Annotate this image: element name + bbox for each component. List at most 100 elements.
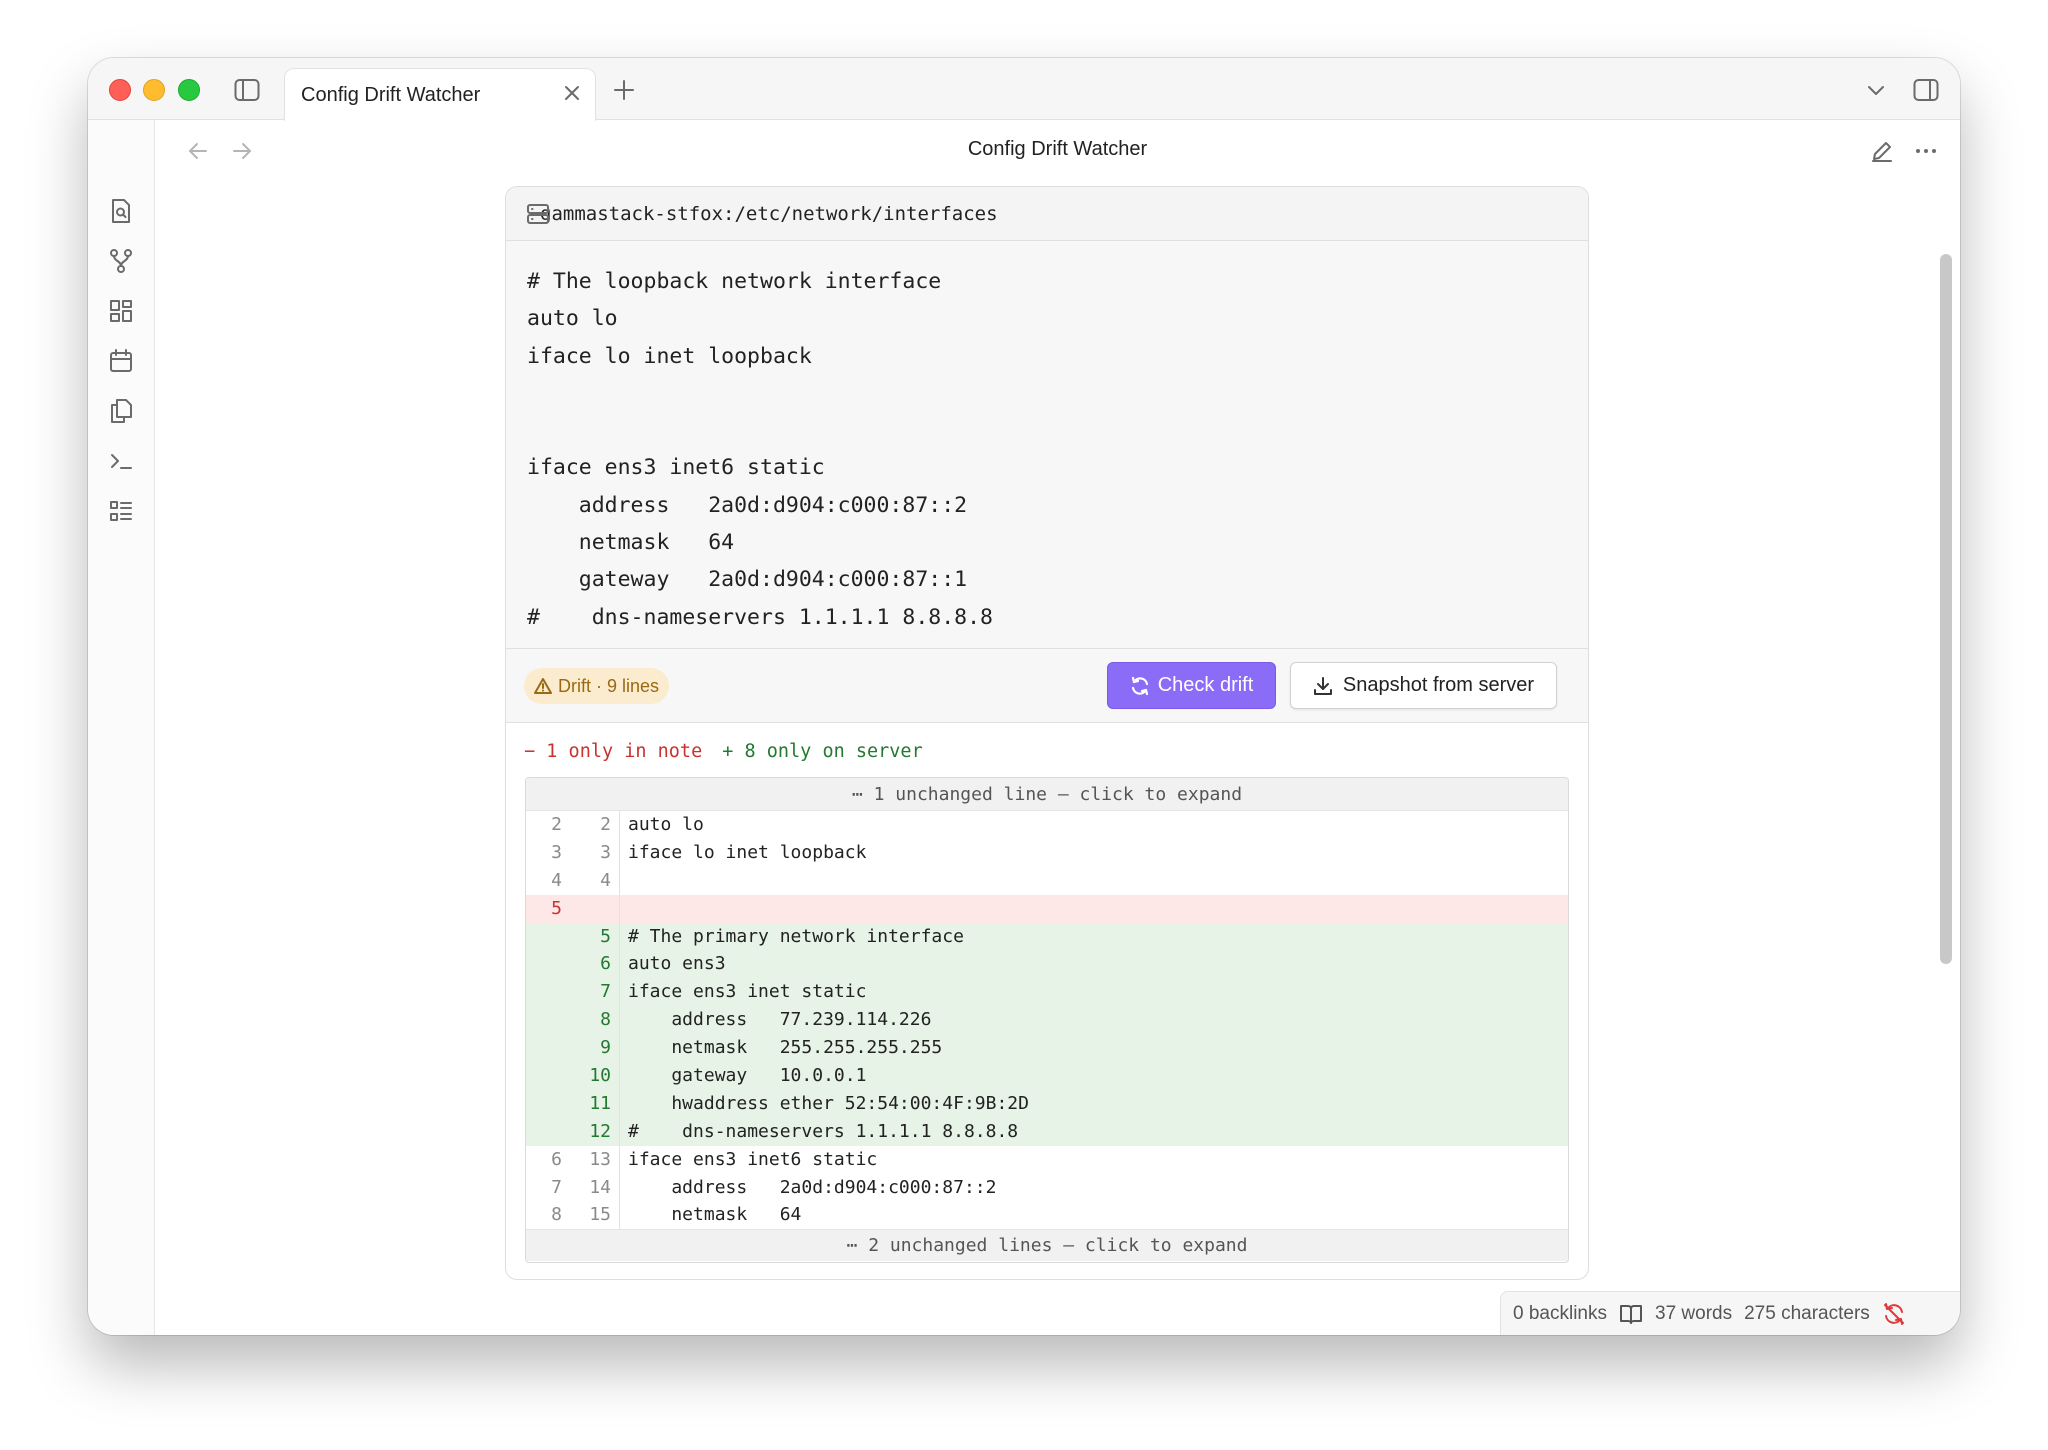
new-line-number: 4 [568,866,620,895]
minimize-window-button[interactable] [143,79,165,101]
edit-icon[interactable] [1868,137,1896,165]
diff-row-context: 7 14 address 2a0d:d904:c000:87::2 [526,1173,1568,1202]
diff-row-added: 5 # The primary network interface [526,922,1568,951]
new-line-number: 13 [568,1145,620,1174]
scrollbar[interactable] [1940,254,1952,964]
diff-line-text: netmask 255.255.255.255 [628,1037,943,1059]
drift-badge-label: Drift · 9 lines [558,675,660,696]
new-line-number: 14 [568,1173,620,1202]
old-line-number [526,978,568,1006]
code-line: iface lo inet loopback [527,343,812,369]
new-line-number: 9 [568,1034,620,1063]
block-header: gammastack-stfox:/etc/network/interfaces [506,187,1588,241]
close-window-button[interactable] [109,79,131,101]
new-line-number: 15 [568,1201,620,1230]
diff-line-text: iface ens3 inet static [628,981,867,1003]
view-header: Config Drift Watcher [155,120,1960,182]
tab-title: Config Drift Watcher [301,83,481,106]
new-line-number: 5 [568,922,620,951]
old-line-number: 2 [551,814,562,835]
diff-line-text: # The primary network interface [628,925,964,947]
diff-row-added: 12 # dns-nameservers 1.1.1.1 8.8.8.8 [526,1117,1568,1146]
old-line-number: 4 [551,869,562,891]
tab-config-drift-watcher[interactable]: Config Drift Watcher [284,68,596,121]
grid-icon[interactable] [106,296,136,326]
list-icon[interactable] [106,496,136,526]
diff-line-text: iface ens3 inet6 static [628,1148,878,1170]
terminal-icon[interactable] [106,446,136,476]
character-count: 275 characters [1744,1302,1870,1324]
check-drift-button[interactable]: Check drift [1107,662,1276,709]
diff-row-context: 44 [526,866,1568,895]
diff-row-context: 6 13 iface ens3 inet6 static [526,1145,1568,1174]
status-bar: 0 backlinks 37 words 275 characters [1500,1291,1960,1335]
book-icon[interactable] [1619,1303,1643,1325]
diff-view: ⋯ 1 unchanged line — click to expand 22a… [525,777,1569,1263]
diff-line-text: gateway 10.0.0.1 [628,1065,867,1087]
sync-off-icon[interactable] [1882,1302,1906,1326]
diff-line-text [620,895,628,923]
old-line-number [526,1090,568,1118]
diff-row-context: 8 15 netmask 64 [526,1201,1568,1230]
refresh-icon [1131,676,1148,695]
close-icon[interactable] [563,84,581,102]
diff-line-text: # dns-nameservers 1.1.1.1 8.8.8.8 [628,1120,1019,1142]
git-branch-icon[interactable] [106,246,136,276]
old-line-number [526,1006,568,1034]
diff-row-context: 3 3 iface lo inet loopback [526,838,1568,867]
warning-icon [534,678,552,694]
server-icon [526,202,550,226]
copy-icon[interactable] [106,396,136,426]
expand-unchanged-top[interactable]: ⋯ 1 unchanged line — click to expand [526,778,1568,811]
new-line-number: 6 [568,950,620,979]
old-line-number: 3 [551,841,562,863]
new-line-number: 12 [568,1117,620,1146]
file-search-icon[interactable] [106,196,136,226]
right-sidebar-icon[interactable] [1912,76,1940,104]
diff-line-text [620,867,628,895]
app-window: Config Drift Watcher Config Drift Watche… [88,58,1960,1335]
old-line-number [526,1034,568,1062]
new-line-number: 3 [568,838,620,867]
plus-icon[interactable] [611,77,637,103]
note-code[interactable]: # The loopback network interface auto lo… [506,241,1588,649]
old-line-number [526,1118,568,1146]
left-ribbon [88,120,155,1335]
diff-line-text: address 77.239.114.226 [628,1009,932,1031]
chevron-down-icon[interactable] [1864,78,1888,102]
title-bar: Config Drift Watcher [88,58,1960,121]
code-line: netmask 64 [527,530,735,556]
drift-toolbar: Drift · 9 lines Check drift Snapshot fro… [506,649,1588,723]
diff-rows: 2 2 auto lo 3 3 iface lo inet loopback 4 4 5 5 # T… [526,811,1568,1230]
sidebar-toggle-icon[interactable] [233,76,261,104]
word-count: 37 words [1655,1302,1733,1324]
file-path: gammastack-stfox:/etc/network/interfaces [540,202,998,225]
zoom-window-button[interactable] [178,79,200,101]
snapshot-label: Snapshot from server [1342,674,1535,696]
new-line-number: 11 [568,1089,620,1118]
new-line-number [568,894,620,923]
code-line: # The loopback network interface [527,269,942,294]
snapshot-button[interactable]: Snapshot from server [1290,662,1557,709]
summary-removed: − 1 only in note [524,740,703,762]
diff-row-added: 11 hwaddress ether 52:54:00:4F:9B:2D [526,1089,1568,1118]
backlinks-count[interactable]: 0 backlinks [1513,1303,1607,1325]
new-line-number: 7 [568,978,620,1007]
more-icon[interactable] [1912,137,1940,165]
new-line-number: 2 [568,811,620,839]
old-line-number: 5 [551,897,562,919]
old-line-number [526,1062,568,1090]
old-line-number: 6 [551,1148,562,1170]
download-icon [1313,676,1332,695]
old-line-number: 7 [551,1176,562,1198]
expand-unchanged-bottom[interactable]: ⋯ 2 unchanged lines — click to expand [526,1229,1568,1262]
new-line-number: 8 [568,1006,620,1035]
calendar-icon[interactable] [106,346,136,376]
code-line: # dns-nameservers 1.1.1.1 8.8.8.8 [527,604,993,630]
diff-row-removed: 5 [526,894,1568,923]
diff-line-text: netmask 64 [628,1204,802,1226]
check-drift-label: Check drift [1157,674,1254,696]
code-line: address 2a0d:d904:c000:87::2 [527,492,968,518]
